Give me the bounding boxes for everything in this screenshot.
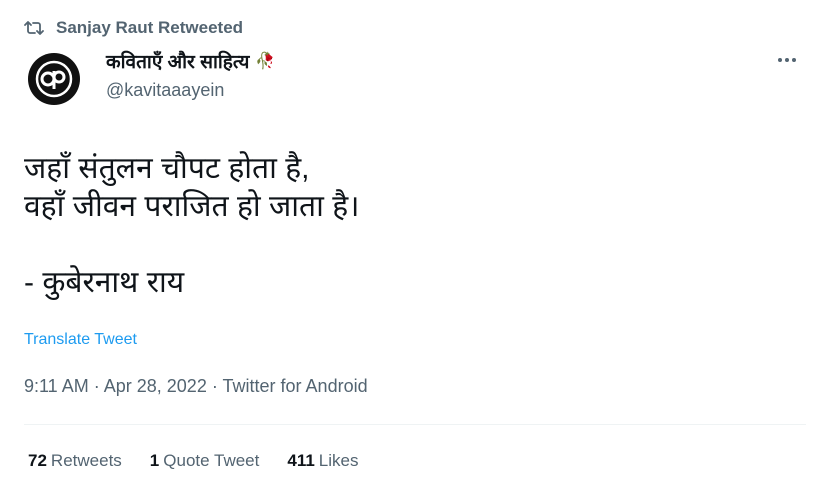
retweet-header[interactable]: Sanjay Raut Retweeted bbox=[24, 16, 243, 40]
meta-separator: · bbox=[93, 376, 100, 396]
retweets-label: Retweets bbox=[50, 451, 122, 470]
more-options-icon[interactable] bbox=[772, 50, 802, 70]
tweet-metadata: 9:11 AM · Apr 28, 2022 · Twitter for And… bbox=[24, 376, 368, 397]
likes-label: Likes bbox=[318, 451, 359, 470]
retweet-icon bbox=[24, 20, 44, 36]
author-name[interactable]: कविताएँ और साहित्य 🥀 bbox=[106, 48, 275, 74]
author-name-text[interactable]: कविताएँ और साहित्य bbox=[106, 48, 249, 74]
likes-count: 411 bbox=[287, 451, 315, 470]
retweets-count: 72 bbox=[28, 451, 47, 470]
quote-tweets-stat[interactable]: 1 Quote Tweet bbox=[150, 451, 260, 471]
tweet-card: Sanjay Raut Retweeted कविताएँ और साहित्य… bbox=[0, 0, 830, 487]
tweet-date[interactable]: Apr 28, 2022 bbox=[104, 376, 207, 396]
kavitaaayein-logo bbox=[30, 55, 78, 103]
tweet-text: जहाँ संतुलन चौपट होता है, वहाँ जीवन पराज… bbox=[24, 152, 360, 299]
author-handle[interactable]: @kavitaaayein bbox=[106, 80, 224, 101]
more-dot bbox=[778, 58, 782, 62]
more-dot bbox=[785, 58, 789, 62]
wilted-rose-emoji: 🥀 bbox=[255, 53, 276, 70]
translate-tweet-link[interactable]: Translate Tweet bbox=[24, 331, 137, 349]
tweet-time[interactable]: 9:11 AM bbox=[24, 376, 89, 396]
meta-separator: · bbox=[211, 376, 218, 396]
more-dot bbox=[792, 58, 796, 62]
tweet-source[interactable]: Twitter for Android bbox=[223, 376, 368, 396]
quotes-count: 1 bbox=[149, 451, 160, 470]
retweet-header-text[interactable]: Sanjay Raut Retweeted bbox=[56, 18, 243, 38]
divider bbox=[24, 424, 806, 425]
retweets-stat[interactable]: 72 Retweets bbox=[28, 451, 122, 471]
likes-stat[interactable]: 411 Likes bbox=[287, 451, 358, 471]
engagement-stats: 72 Retweets 1 Quote Tweet 411 Likes bbox=[28, 451, 358, 471]
quotes-label: Quote Tweet bbox=[163, 451, 260, 470]
avatar[interactable] bbox=[28, 53, 80, 105]
